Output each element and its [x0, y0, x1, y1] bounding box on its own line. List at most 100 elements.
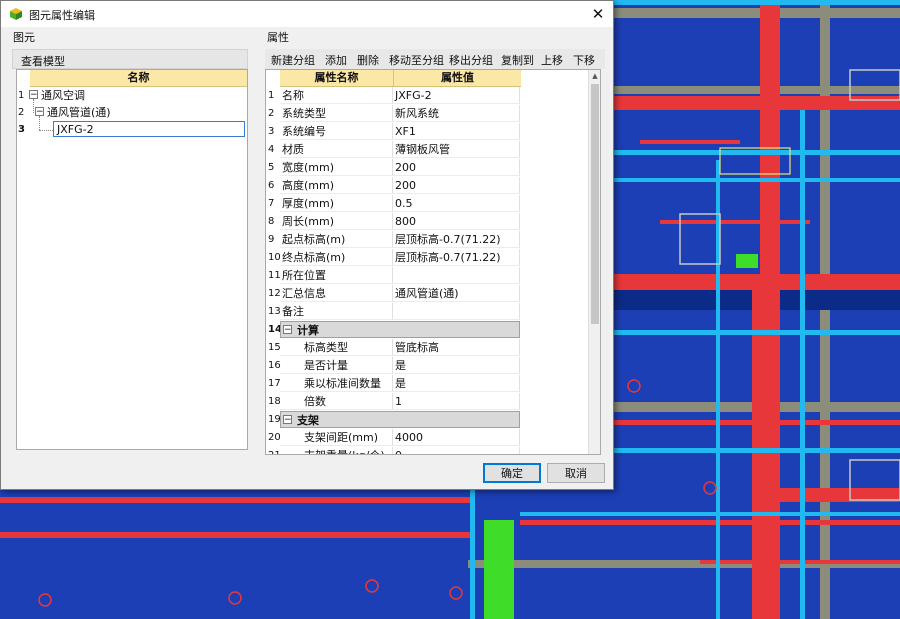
property-name: 材质: [280, 141, 393, 158]
property-row[interactable]: 17 乘以标准间数量是: [266, 375, 588, 393]
row-number: 3: [268, 126, 275, 137]
property-value[interactable]: [393, 267, 520, 284]
property-value[interactable]: 0: [393, 447, 520, 454]
move-to-group-button[interactable]: 移动至分组: [389, 52, 444, 68]
property-row[interactable]: 15 标高类型 管底标高: [266, 339, 588, 357]
tree-item-duct[interactable]: 2 − 通风管道(通): [17, 104, 247, 121]
collapse-icon[interactable]: −: [35, 107, 44, 117]
property-row[interactable]: 21支架重量(kg/个)0: [266, 447, 588, 454]
tree-item-hvac[interactable]: 1 − 通风空调: [17, 87, 247, 104]
property-value[interactable]: JXFG-2: [393, 87, 520, 104]
dialog-title: 图元属性编辑: [29, 9, 95, 22]
row-number: 9: [268, 234, 275, 245]
property-value[interactable]: 800: [393, 213, 520, 230]
property-row[interactable]: 4 材质 薄钢板风管: [266, 141, 588, 159]
property-row[interactable]: 8 周长(mm) 800: [266, 213, 588, 231]
tree-item-label: 通风管道(通): [47, 106, 111, 119]
property-value[interactable]: 0.5: [393, 195, 520, 212]
delete-button[interactable]: 删除: [357, 52, 379, 68]
new-group-button[interactable]: 新建分组: [271, 52, 315, 68]
property-value[interactable]: 200: [393, 159, 520, 176]
row-number: 6: [268, 180, 275, 191]
row-number: 8: [268, 216, 275, 227]
property-row[interactable]: 13 备注: [266, 303, 588, 321]
property-value[interactable]: 层顶标高-0.7(71.22): [393, 249, 520, 266]
property-value[interactable]: 200: [393, 177, 520, 194]
view-model-button[interactable]: 查看模型: [12, 49, 248, 69]
property-name: 周长(mm): [280, 213, 393, 230]
property-row[interactable]: 10 终点标高(m) 层顶标高-0.7(71.22): [266, 249, 588, 267]
property-name: 标高类型: [280, 339, 393, 356]
property-value[interactable]: 是: [393, 357, 520, 374]
property-row[interactable]: 20 支架间距(mm) 4000: [266, 429, 588, 447]
tree-item-jxfg-2[interactable]: 3 JXFG-2: [17, 121, 247, 138]
cancel-button[interactable]: 取消: [547, 463, 605, 483]
property-row[interactable]: 2 系统类型 新风系统: [266, 105, 588, 123]
row-number: 10: [268, 252, 281, 263]
property-name: 宽度(mm): [280, 159, 393, 176]
row-number: 19: [268, 414, 281, 425]
vertical-scrollbar[interactable]: ▲: [588, 70, 600, 454]
property-row[interactable]: 6 高度(mm) 200: [266, 177, 588, 195]
close-icon[interactable]: ✕: [587, 3, 609, 25]
property-value[interactable]: 新风系统: [393, 105, 520, 122]
row-number: 15: [268, 342, 281, 353]
property-value[interactable]: 层顶标高-0.7(71.22): [393, 231, 520, 248]
tree-header-name: 名称: [30, 70, 247, 87]
property-row[interactable]: 11 所在位置: [266, 267, 588, 285]
property-name: 备注: [280, 303, 393, 320]
property-name: 汇总信息: [280, 285, 393, 302]
add-button[interactable]: 添加: [325, 52, 347, 68]
property-value[interactable]: 4000: [393, 429, 520, 446]
property-row[interactable]: 9 起点标高(m) 层顶标高-0.7(71.22): [266, 231, 588, 249]
tree-row-number: 2: [18, 107, 25, 118]
property-row[interactable]: 18 倍数 1: [266, 393, 588, 411]
element-tree[interactable]: 名称 1 − 通风空调 2 − 通风管道(通) 3 JXFG-2: [16, 69, 248, 450]
property-name: 是否计量: [280, 357, 393, 374]
ok-button[interactable]: 确定: [483, 463, 541, 483]
row-number: 16: [268, 360, 281, 371]
move-down-button[interactable]: 下移: [573, 52, 595, 68]
property-row[interactable]: 3 系统编号 XF1: [266, 123, 588, 141]
property-name: 系统编号: [280, 123, 393, 140]
property-row[interactable]: 7 厚度(mm) 0.5: [266, 195, 588, 213]
collapse-icon[interactable]: −: [283, 325, 292, 335]
copy-to-button[interactable]: 复制到: [501, 52, 534, 68]
property-value[interactable]: 管底标高: [393, 339, 520, 356]
element-properties-dialog: 图元属性编辑 ✕ 图元 属性 查看模型 名称 1 − 通风空调 2 − 通风管道…: [0, 0, 614, 490]
move-up-button[interactable]: 上移: [541, 52, 563, 68]
property-name: 乘以标准间数量: [280, 375, 393, 392]
property-row[interactable]: 12 汇总信息 通风管道(通): [266, 285, 588, 303]
tree-row-number: 3: [18, 124, 25, 135]
property-value[interactable]: 薄钢板风管: [393, 141, 520, 158]
tree-item-label: 通风空调: [41, 89, 85, 102]
properties-grid[interactable]: 属性名称 属性值 1 名称 JXFG-2 2 系统类型 新风系统 3 系统编号 XF1 4材…: [265, 69, 601, 455]
property-name: 倍数: [280, 393, 393, 410]
property-value[interactable]: XF1: [393, 123, 520, 140]
property-value[interactable]: 1: [393, 393, 520, 410]
properties-toolbar: 新建分组 添加 删除 移动至分组 移出分组 复制到 上移 下移: [265, 49, 605, 69]
column-header-name: 属性名称: [280, 70, 393, 87]
move-out-group-button[interactable]: 移出分组: [449, 52, 493, 68]
property-value[interactable]: 是: [393, 375, 520, 392]
property-row[interactable]: 5 宽度(mm) 200: [266, 159, 588, 177]
row-number: 18: [268, 396, 281, 407]
dialog-titlebar[interactable]: 图元属性编辑 ✕: [1, 1, 613, 27]
collapse-icon[interactable]: −: [283, 415, 292, 425]
properties-panel: 新建分组 添加 删除 移动至分组 移出分组 复制到 上移 下移 属性名称 属性值…: [265, 45, 605, 455]
property-group-calculation[interactable]: 14 计算 −: [266, 321, 588, 339]
property-row[interactable]: 1 名称 JXFG-2: [266, 87, 588, 105]
property-group-support[interactable]: 19 支架 −: [266, 411, 588, 429]
row-number: 11: [268, 270, 281, 281]
scroll-up-icon[interactable]: ▲: [589, 70, 600, 82]
row-number: 7: [268, 198, 275, 209]
scrollbar-thumb[interactable]: [591, 84, 599, 324]
property-value[interactable]: 通风管道(通): [393, 285, 520, 302]
property-row[interactable]: 16 是否计量是: [266, 357, 588, 375]
group-name: 支架: [280, 411, 520, 428]
tree-item-label: JXFG-2: [57, 123, 94, 136]
property-name: 厚度(mm): [280, 195, 393, 212]
collapse-icon[interactable]: −: [29, 90, 38, 100]
property-value[interactable]: [393, 303, 520, 320]
row-number: 17: [268, 378, 281, 389]
